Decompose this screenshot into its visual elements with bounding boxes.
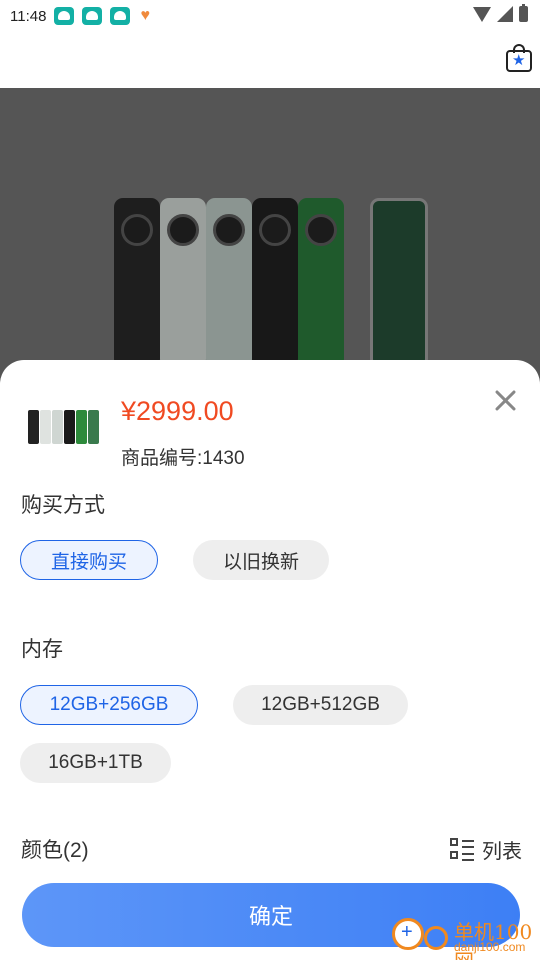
- purchase-method-title: 购买方式: [21, 494, 105, 517]
- phone-image: [114, 198, 160, 368]
- price: ¥2999.00: [121, 396, 234, 426]
- phone-image: [298, 198, 344, 368]
- app-badge-icon: [54, 7, 75, 25]
- option-memory-12-256[interactable]: 12GB+256GB: [20, 685, 198, 725]
- product-thumbnail: [28, 406, 100, 448]
- option-memory-12-512[interactable]: 12GB+512GB: [233, 685, 408, 725]
- phone-image: [206, 198, 252, 368]
- signal-icon: [497, 6, 513, 22]
- list-view-toggle[interactable]: 列表: [450, 835, 522, 864]
- option-memory-16-1tb[interactable]: 16GB+1TB: [20, 743, 171, 783]
- star-icon: ★: [512, 52, 526, 69]
- list-icon: [450, 837, 474, 862]
- close-icon[interactable]: [494, 388, 518, 412]
- option-trade-in[interactable]: 以旧换新: [193, 540, 329, 580]
- app-badge-icon: [82, 7, 103, 25]
- product-sku: 商品编号:1430: [121, 448, 245, 469]
- watermark-icon: [424, 926, 448, 950]
- watermark-logo: 单机100网 danji100.com: [392, 916, 538, 960]
- app-badge-icon: [110, 7, 131, 25]
- sku-selector-sheet: ¥2999.00 商品编号:1430 购买方式 直接购买 以旧换新 内存 12G…: [0, 360, 540, 960]
- wifi-icon: [473, 6, 491, 22]
- status-bar: 11:48 ♥: [0, 0, 540, 32]
- watermark-url: danji100.com: [454, 940, 526, 954]
- status-icons: [473, 4, 528, 22]
- status-time: 11:48: [10, 7, 47, 25]
- watermark-icon: [392, 918, 424, 950]
- color-title: 颜色(2): [21, 839, 89, 862]
- phone-image: [160, 198, 206, 368]
- phone-image: [252, 198, 298, 368]
- phone-image: [370, 198, 428, 368]
- heart-icon: ♥: [140, 7, 150, 24]
- battery-icon: [519, 4, 528, 22]
- option-direct-buy[interactable]: 直接购买: [20, 540, 158, 580]
- cart-button[interactable]: ★: [506, 44, 532, 72]
- header: ★: [0, 32, 540, 88]
- memory-title: 内存: [21, 638, 63, 661]
- list-view-label: 列表: [482, 841, 522, 863]
- product-image: [0, 88, 540, 388]
